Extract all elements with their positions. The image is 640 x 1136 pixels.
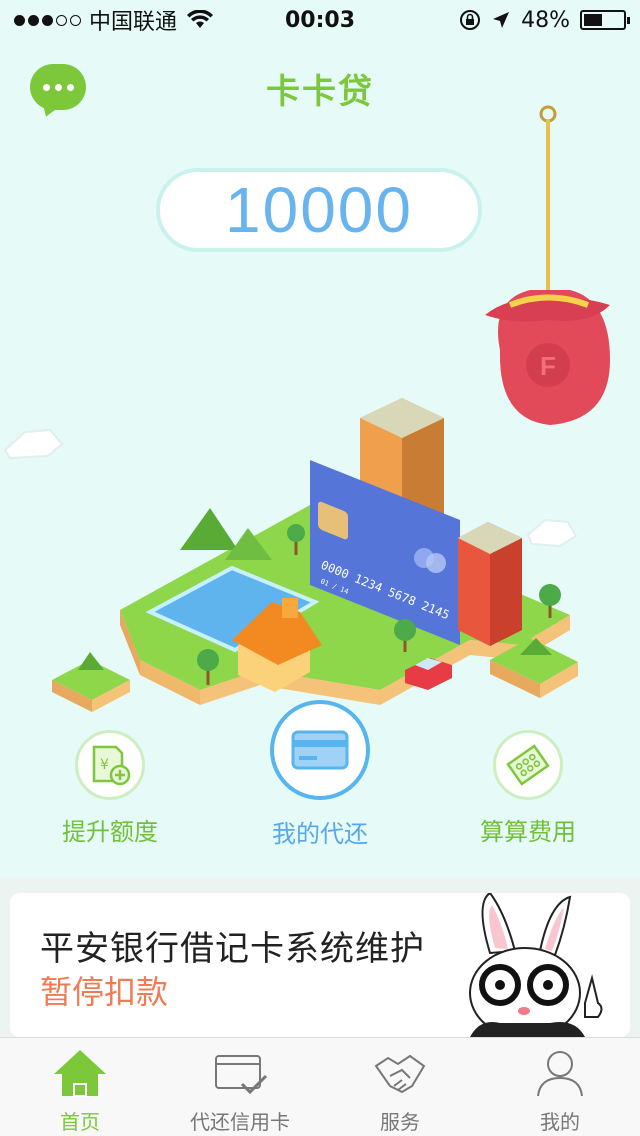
- bottom-tab-bar: 首页 代还信用卡 服务 我的: [0, 1037, 640, 1136]
- home-icon: [54, 1050, 106, 1097]
- status-bar: 中国联通 00:03 48%: [0, 0, 640, 40]
- credit-card-icon: [291, 730, 349, 770]
- location-arrow-icon: [493, 12, 510, 28]
- my-repayment-button[interactable]: 我的代还: [230, 700, 410, 849]
- notice-title: 平安银行借记卡系统维护: [40, 929, 425, 969]
- tab-services[interactable]: 服务: [320, 1038, 480, 1136]
- fee-ticket-icon: [506, 744, 550, 786]
- action-label: 算算费用: [480, 818, 576, 846]
- raise-limit-button[interactable]: ¥ 提升额度: [20, 700, 200, 847]
- action-label: 提升额度: [62, 818, 158, 846]
- carrier-name: 中国联通: [89, 10, 178, 35]
- battery-percent: 48%: [521, 7, 570, 33]
- tab-label: 代还信用卡: [190, 1110, 290, 1134]
- notice-subtitle: 暂停扣款: [40, 973, 169, 1011]
- quick-actions: ¥ 提升额度 我的代还 算算费用: [0, 700, 640, 860]
- handshake-icon: [374, 1054, 426, 1094]
- receipt-add-icon: ¥: [92, 745, 131, 786]
- tab-label: 我的: [540, 1110, 580, 1134]
- rotation-lock-icon: [460, 10, 481, 30]
- tab-label: 服务: [380, 1110, 420, 1134]
- credit-amount: 10000: [156, 168, 482, 252]
- tab-home[interactable]: 首页: [0, 1038, 160, 1136]
- card-check-icon: [215, 1055, 268, 1095]
- user-icon: [537, 1051, 583, 1097]
- svg-text:¥: ¥: [100, 757, 109, 773]
- rabbit-mascot-icon: [469, 893, 603, 1037]
- tab-profile[interactable]: 我的: [480, 1038, 640, 1136]
- city-illustration: 0000 1234 5678 2145 01 / 14: [3, 398, 578, 712]
- tab-repay-credit-card[interactable]: 代还信用卡: [160, 1038, 320, 1136]
- action-label: 我的代还: [272, 820, 368, 848]
- hero-section: 卡卡贷 10000 F 0000 1234 5678 2145 01 / 14 …: [0, 40, 640, 877]
- calculate-fees-button[interactable]: 算算费用: [438, 700, 618, 847]
- tab-label: 首页: [60, 1110, 100, 1134]
- signal-strength-icon: [14, 14, 81, 26]
- wifi-icon: [187, 10, 214, 28]
- battery-icon: [580, 10, 630, 30]
- maintenance-notice-banner[interactable]: 平安银行借记卡系统维护 暂停扣款: [10, 893, 630, 1037]
